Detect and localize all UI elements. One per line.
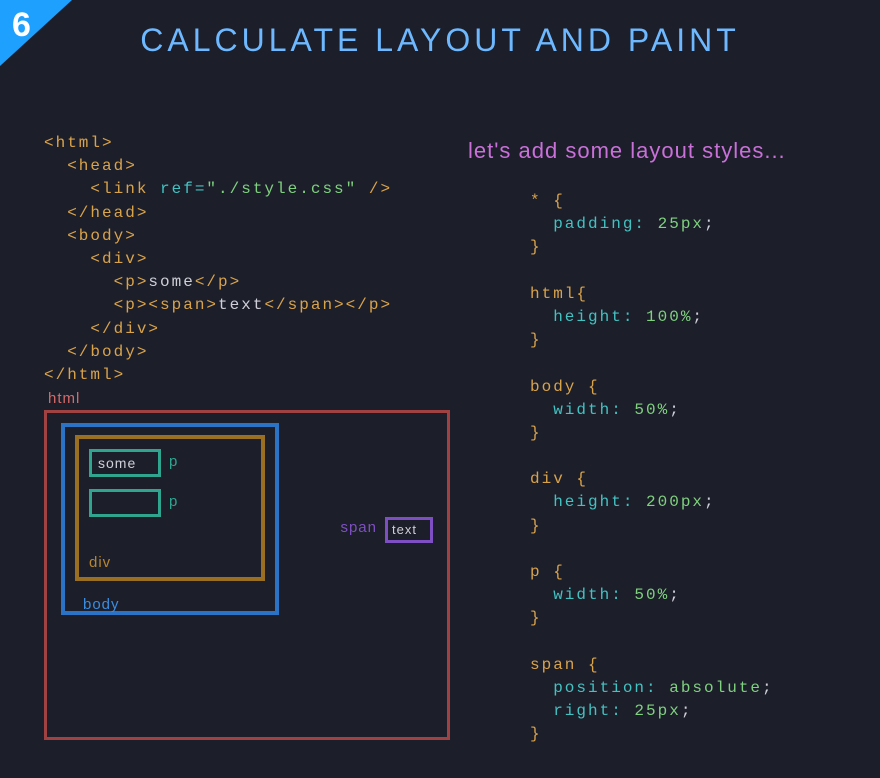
box-body: body div some p p [61,423,279,615]
box-p-2 [89,489,161,517]
html-code-block: <html> <head> <link ref="./style.css" />… [44,132,392,387]
box-span: text [385,517,433,543]
page-title: CALCULATE LAYOUT AND PAINT [0,22,880,59]
box-div: div some p p [75,435,265,581]
box-html: body div some p p span text [44,410,450,740]
span-text: text [392,522,417,537]
p1-text: some [98,455,136,471]
layout-diagram: html body div some p p span text [44,390,454,750]
label-html: html [48,390,80,407]
label-p-1: p [169,453,178,470]
label-span: span [340,519,377,536]
label-body: body [83,596,120,613]
css-code-block: * { padding: 25px;} html{ height: 100%;}… [530,190,774,747]
box-p-1: some [89,449,161,477]
label-p-2: p [169,493,178,510]
label-div: div [89,554,111,571]
css-subheading: let's add some layout styles... [468,138,786,164]
